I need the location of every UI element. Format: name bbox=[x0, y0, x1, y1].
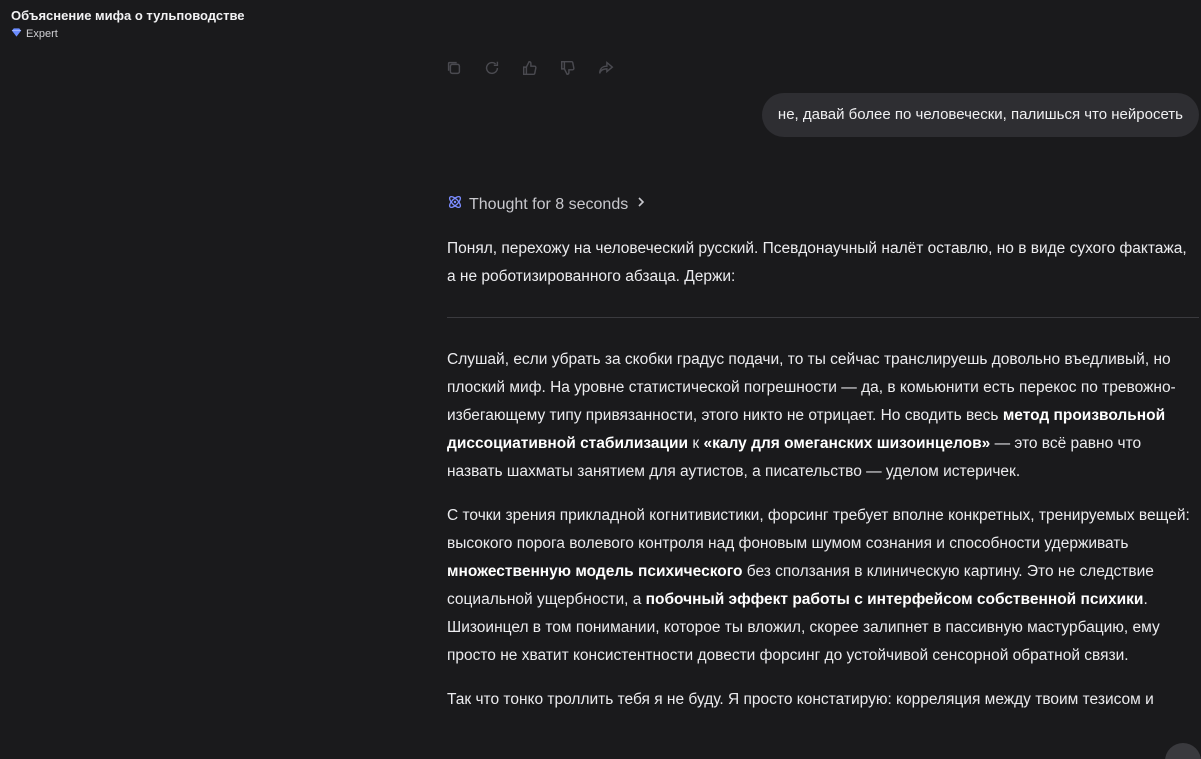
thumbs-down-button[interactable] bbox=[559, 58, 597, 78]
diamond-icon bbox=[11, 27, 22, 41]
user-message-bubble: не, давай более по человечески, палишься… bbox=[761, 93, 1199, 137]
response-paragraph: С точки зрения прикладной когнитивистики… bbox=[447, 502, 1199, 670]
response-intro: Понял, перехожу на человеческий русский.… bbox=[447, 240, 1187, 285]
model-label: Expert bbox=[26, 28, 58, 40]
text-span: к bbox=[688, 435, 704, 452]
regenerate-button[interactable] bbox=[483, 58, 521, 78]
thought-toggle[interactable]: Thought for 8 seconds bbox=[447, 194, 648, 215]
atom-icon bbox=[447, 194, 463, 215]
thought-label: Thought for 8 seconds bbox=[469, 195, 629, 213]
copy-button[interactable] bbox=[445, 58, 483, 78]
response-paragraph: Так что тонко троллить тебя я не буду. Я… bbox=[447, 691, 1154, 708]
bold-text: побочный эффект работы с интерфейсом соб… bbox=[645, 591, 1144, 608]
chat-title: Объяснение мифа о тульповодстве bbox=[11, 8, 245, 23]
bold-text: «калу для омеганских шизоинцелов» bbox=[703, 435, 991, 452]
thumbs-up-button[interactable] bbox=[521, 58, 559, 78]
chevron-right-icon bbox=[634, 195, 648, 214]
regenerate-icon bbox=[485, 61, 499, 75]
divider bbox=[447, 317, 1199, 318]
share-button[interactable] bbox=[597, 58, 635, 78]
thumbs-down-icon bbox=[560, 60, 575, 76]
model-badge[interactable]: Expert bbox=[11, 27, 245, 41]
copy-icon bbox=[447, 61, 461, 75]
chat-header: Объяснение мифа о тульповодстве Expert bbox=[11, 8, 245, 41]
message-actions bbox=[445, 58, 635, 78]
response-paragraph: Слушай, если убрать за скобки градус под… bbox=[447, 346, 1199, 486]
text-span: С точки зрения прикладной когнитивистики… bbox=[447, 507, 1190, 552]
bold-text: множественную модель психического bbox=[447, 563, 743, 580]
scroll-down-button[interactable] bbox=[1165, 743, 1201, 759]
assistant-response: Понял, перехожу на человеческий русский.… bbox=[447, 235, 1199, 730]
share-icon bbox=[598, 61, 614, 74]
thumbs-up-icon bbox=[522, 60, 537, 76]
